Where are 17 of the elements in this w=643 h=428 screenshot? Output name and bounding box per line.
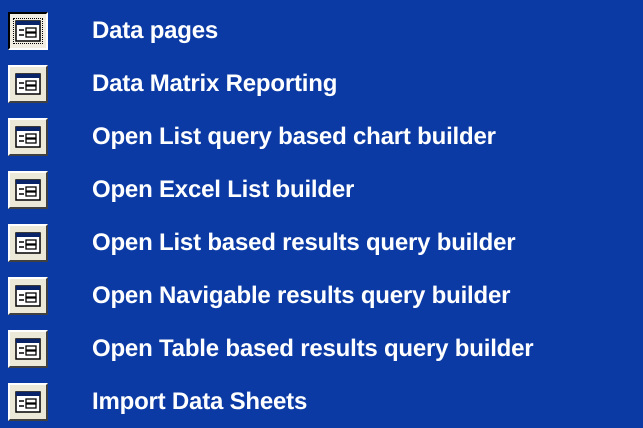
- menu-label: Open List query based chart builder: [92, 122, 496, 150]
- form-icon: [15, 390, 41, 412]
- switchboard-button[interactable]: [8, 12, 48, 50]
- form-icon: [15, 126, 41, 148]
- form-icon: [15, 20, 41, 42]
- form-icon: [15, 232, 41, 254]
- menu-label: Data pages: [92, 16, 218, 44]
- menu-label: Open Table based results query builder: [92, 334, 534, 362]
- form-icon: [15, 72, 41, 94]
- menu-label: Data Matrix Reporting: [92, 70, 338, 98]
- form-icon: [15, 284, 41, 306]
- menu-label: Open List based results query builder: [92, 228, 516, 256]
- menu-label: Open Excel List builder: [92, 176, 354, 204]
- form-icon: [15, 178, 41, 200]
- form-icon: [15, 338, 41, 360]
- menu-label: Open Navigable results query builder: [92, 282, 510, 310]
- menu-label: Import Data Sheets: [92, 388, 308, 416]
